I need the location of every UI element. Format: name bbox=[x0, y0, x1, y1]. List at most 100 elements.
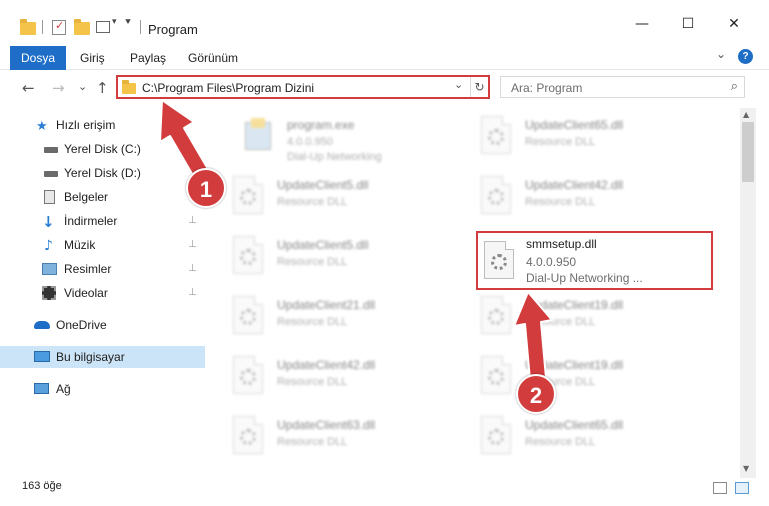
scroll-up-icon[interactable]: ▲ bbox=[743, 110, 749, 119]
file-name: UpdateClient42.dll bbox=[277, 358, 376, 372]
tab-home[interactable]: Giriş bbox=[80, 46, 105, 70]
cloud-icon bbox=[34, 321, 50, 329]
pin-icon[interactable]: ⊥ bbox=[188, 234, 197, 256]
sidebar-item-documents[interactable]: Belgeler ⊥ bbox=[0, 186, 205, 208]
file-item[interactable]: UpdateClient65.dll Resource DLL bbox=[477, 114, 707, 164]
close-button[interactable]: ✕ bbox=[711, 14, 757, 34]
forward-button[interactable]: → bbox=[52, 79, 65, 97]
exe-icon bbox=[243, 116, 277, 156]
file-item[interactable]: UpdateClient5.dll Resource DLL bbox=[229, 174, 459, 224]
file-item[interactable]: program.exe 4.0.0.950 Dial-Up Networking bbox=[239, 114, 469, 164]
qa-dropdown-icon[interactable]: ▾ bbox=[112, 17, 117, 35]
sidebar-item-network[interactable]: Ağ bbox=[0, 378, 205, 400]
back-button[interactable]: ← bbox=[22, 79, 35, 97]
file-description: Resource DLL bbox=[525, 316, 596, 328]
drive-icon bbox=[44, 171, 58, 177]
file-description: Resource DLL bbox=[525, 136, 596, 148]
tab-view[interactable]: Görünüm bbox=[188, 46, 238, 70]
address-dropdown-icon[interactable]: ⌄ bbox=[454, 78, 463, 91]
search-icon[interactable]: ⌕ bbox=[731, 79, 738, 94]
pin-icon[interactable]: ⊥ bbox=[188, 282, 197, 304]
sidebar-item-this-pc[interactable]: Bu bilgisayar bbox=[0, 346, 205, 368]
annotation-badge-2: 2 bbox=[516, 374, 556, 414]
tab-share[interactable]: Paylaş bbox=[130, 46, 166, 70]
dll-icon bbox=[233, 356, 267, 396]
drive-icon bbox=[44, 147, 58, 153]
dll-icon bbox=[481, 356, 515, 396]
details-view-icon[interactable] bbox=[713, 482, 727, 494]
scroll-down-icon[interactable]: ▼ bbox=[743, 464, 749, 473]
dll-icon bbox=[233, 416, 267, 456]
file-description: Resource DLL bbox=[277, 436, 348, 448]
video-icon bbox=[42, 286, 56, 300]
divider bbox=[140, 20, 141, 34]
network-icon bbox=[34, 383, 49, 394]
file-description: Resource DLL bbox=[277, 256, 348, 268]
pin-icon[interactable]: ⊥ bbox=[188, 210, 197, 232]
view-options-icon[interactable] bbox=[96, 21, 110, 33]
sidebar-item-label: Ağ bbox=[56, 382, 71, 396]
tab-file[interactable]: Dosya bbox=[10, 46, 66, 70]
help-icon[interactable]: ? bbox=[738, 49, 753, 64]
sidebar-item-quick-access[interactable]: ★ Hızlı erişim bbox=[0, 114, 205, 136]
folder-icon bbox=[122, 80, 136, 94]
refresh-button[interactable]: ↻ bbox=[470, 77, 488, 97]
file-item[interactable]: UpdateClient5.dll Resource DLL bbox=[229, 234, 459, 284]
collapse-ribbon-icon[interactable]: ⌄ bbox=[716, 47, 726, 61]
sidebar-item-downloads[interactable]: ↓ İndirmeler ⊥ bbox=[0, 210, 205, 232]
search-box[interactable]: Ara: Program ⌕ bbox=[500, 76, 745, 98]
window-title: Program bbox=[148, 22, 198, 37]
dll-icon bbox=[233, 236, 267, 276]
address-path[interactable]: C:\Program Files\Program Dizini bbox=[142, 81, 314, 95]
sidebar-item-label: İndirmeler bbox=[64, 214, 118, 228]
dll-icon bbox=[233, 176, 267, 216]
file-item[interactable]: UpdateClient42.dll Resource DLL bbox=[229, 354, 459, 404]
large-icons-view-icon[interactable] bbox=[735, 482, 749, 494]
music-icon: ♪ bbox=[44, 238, 53, 254]
properties-icon[interactable]: ✓ bbox=[52, 19, 66, 35]
file-description: Resource DLL bbox=[277, 376, 348, 388]
sidebar-item-pictures[interactable]: Resimler ⊥ bbox=[0, 258, 205, 280]
sidebar-item-onedrive[interactable]: OneDrive bbox=[0, 314, 205, 336]
annotation-badge-1: 1 bbox=[186, 168, 226, 208]
sidebar-item-label: Müzik bbox=[64, 238, 96, 252]
minimize-button[interactable]: — bbox=[619, 14, 665, 34]
dll-icon bbox=[481, 176, 515, 216]
new-folder-icon[interactable] bbox=[74, 19, 90, 35]
sidebar-item-label: Resimler bbox=[64, 262, 112, 276]
vertical-scrollbar[interactable]: ▲ ▼ bbox=[740, 108, 756, 478]
sidebar-item-videos[interactable]: Videolar ⊥ bbox=[0, 282, 205, 304]
scroll-thumb[interactable] bbox=[742, 122, 754, 182]
recent-locations-button[interactable]: ⌄ bbox=[78, 80, 87, 93]
file-description: Dial-Up Networking ... bbox=[526, 271, 643, 285]
sidebar-item-disk-c[interactable]: Yerel Disk (C:) 📌 bbox=[0, 138, 205, 160]
customize-qa-icon[interactable]: ⯆ bbox=[124, 17, 132, 35]
dll-icon bbox=[481, 116, 515, 156]
file-item[interactable]: UpdateClient19.dll Resource DLL bbox=[477, 294, 707, 344]
up-button[interactable]: ↑ bbox=[96, 79, 109, 97]
file-item[interactable]: UpdateClient21.dll Resource DLL bbox=[229, 294, 459, 344]
pin-icon[interactable]: ⊥ bbox=[188, 258, 197, 280]
file-description: Resource DLL bbox=[277, 196, 348, 208]
file-item[interactable]: UpdateClient19.dll Resource DLL bbox=[477, 354, 707, 404]
sidebar-item-music[interactable]: ♪ Müzik ⊥ bbox=[0, 234, 205, 256]
maximize-button[interactable]: ☐ bbox=[665, 14, 711, 34]
address-bar[interactable]: C:\Program Files\Program Dizini ⌄ ↻ bbox=[116, 75, 490, 99]
file-description: Resource DLL bbox=[277, 316, 348, 328]
title-bar: ✓ ▾ ⯆ Program — ☐ ✕ bbox=[0, 0, 769, 40]
sidebar-item-label: Belgeler bbox=[64, 190, 109, 204]
file-version: 4.0.0.950 bbox=[287, 136, 333, 148]
file-item[interactable]: UpdateClient42.dll Resource DLL bbox=[477, 174, 707, 224]
file-version: 4.0.0.950 bbox=[526, 255, 577, 269]
sidebar-item-label: Yerel Disk (C:) bbox=[64, 142, 141, 156]
file-item[interactable]: UpdateClient63.dll Resource DLL bbox=[229, 414, 459, 464]
file-name: UpdateClient5.dll bbox=[277, 238, 369, 252]
file-item[interactable]: UpdateClient65.dll Resource DLL bbox=[477, 414, 707, 464]
documents-icon bbox=[44, 190, 55, 204]
sidebar-item-label: Videolar bbox=[64, 286, 108, 300]
sidebar-item-disk-d[interactable]: Yerel Disk (D:) bbox=[0, 162, 205, 184]
file-name: UpdateClient19.dll bbox=[525, 358, 624, 372]
highlighted-file-smmsetup[interactable]: smmsetup.dll 4.0.0.950 Dial-Up Networkin… bbox=[476, 231, 713, 290]
file-description: Resource DLL bbox=[525, 196, 596, 208]
item-count: 163 öğe bbox=[22, 480, 62, 492]
